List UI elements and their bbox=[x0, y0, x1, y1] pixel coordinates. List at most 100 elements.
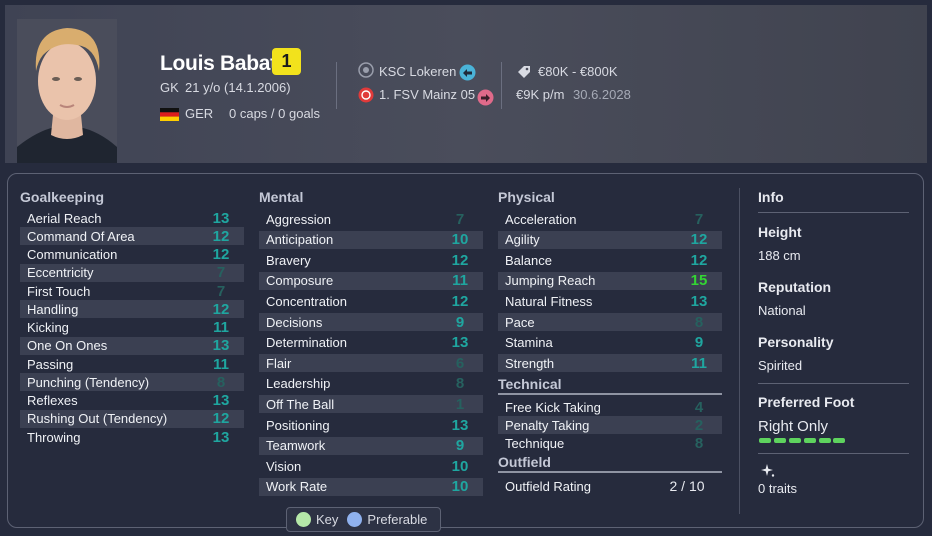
attribute-row[interactable]: Eccentricity 7 bbox=[20, 263, 244, 282]
preferred-foot-bar bbox=[759, 438, 845, 443]
attribute-row[interactable]: Agility 12 bbox=[498, 230, 722, 249]
attribute-label: Anticipation bbox=[266, 232, 334, 248]
legend: Key Preferable bbox=[286, 507, 441, 532]
attribute-value: 8 bbox=[694, 434, 704, 452]
attribute-value: 15 bbox=[690, 272, 708, 290]
sparkle-icon bbox=[761, 464, 775, 477]
attribute-value: 13 bbox=[212, 428, 230, 446]
attribute-row[interactable]: Kicking 11 bbox=[20, 319, 244, 337]
attribute-row[interactable]: Aerial Reach 13 bbox=[20, 209, 244, 227]
outfield-rating-value: 2 / 10 bbox=[669, 478, 705, 494]
player-nationality[interactable]: GER bbox=[185, 106, 213, 121]
attribute-value: 13 bbox=[451, 334, 469, 352]
attribute-row[interactable]: Anticipation 10 bbox=[259, 230, 483, 249]
attribute-label: Free Kick Taking bbox=[505, 399, 601, 415]
attribute-label: Vision bbox=[266, 458, 302, 474]
attribute-value: 6 bbox=[455, 354, 465, 372]
attribute-row[interactable]: Natural Fitness 13 bbox=[498, 292, 722, 310]
attribute-row[interactable]: Handling 12 bbox=[20, 300, 244, 319]
attribute-value: 13 bbox=[212, 337, 230, 355]
physical-title: Physical bbox=[498, 189, 555, 205]
attribute-row[interactable]: First Touch 7 bbox=[20, 282, 244, 300]
attribute-label: Rushing Out (Tendency) bbox=[27, 411, 168, 427]
outfield-rating-row[interactable]: Outfield Rating 2 / 10 bbox=[498, 477, 722, 495]
attribute-row[interactable]: Determination 13 bbox=[259, 334, 483, 352]
attribute-row[interactable]: Vision 10 bbox=[259, 457, 483, 475]
attribute-label: Teamwork bbox=[266, 438, 326, 454]
attribute-label: Jumping Reach bbox=[505, 273, 596, 289]
attribute-value: 9 bbox=[455, 313, 465, 331]
attribute-row[interactable]: Positioning 13 bbox=[259, 416, 483, 434]
attribute-label: Decisions bbox=[266, 314, 323, 330]
attribute-row[interactable]: Passing 11 bbox=[20, 355, 244, 373]
mental-title: Mental bbox=[259, 189, 304, 205]
club-crest-icon bbox=[358, 62, 374, 78]
traits-value[interactable]: 0 traits bbox=[758, 481, 797, 496]
attribute-label: Aggression bbox=[266, 211, 332, 227]
attribute-label: Bravery bbox=[266, 252, 311, 268]
attribute-row[interactable]: Aggression 7 bbox=[259, 210, 483, 228]
preferable-dot-icon bbox=[347, 512, 363, 527]
attribute-label: Throwing bbox=[27, 429, 81, 445]
loan-from-icon bbox=[477, 89, 494, 106]
attribute-row[interactable]: Rushing Out (Tendency) 12 bbox=[20, 409, 244, 428]
attribute-row[interactable]: Decisions 9 bbox=[259, 313, 483, 331]
attribute-value: 10 bbox=[451, 231, 469, 249]
attribute-label: Stamina bbox=[505, 335, 553, 351]
attribute-row[interactable]: Balance 12 bbox=[498, 251, 722, 269]
attribute-row[interactable]: Leadership 8 bbox=[259, 375, 483, 393]
attribute-row[interactable]: Concentration 12 bbox=[259, 292, 483, 310]
attribute-row[interactable]: Flair 6 bbox=[259, 354, 483, 373]
attribute-label: Pace bbox=[505, 314, 535, 330]
contract-expiry: 30.6.2028 bbox=[573, 87, 631, 102]
reputation-value: National bbox=[758, 303, 806, 318]
attribute-row[interactable]: Communication 12 bbox=[20, 246, 244, 264]
attribute-row[interactable]: Command Of Area 12 bbox=[20, 227, 244, 246]
attribute-row[interactable]: Work Rate 10 bbox=[259, 477, 483, 496]
attribute-row[interactable]: Bravery 12 bbox=[259, 251, 483, 269]
attribute-row[interactable]: Pace 8 bbox=[498, 313, 722, 331]
height-label: Height bbox=[758, 224, 802, 240]
attribute-row[interactable]: Technique 8 bbox=[498, 434, 722, 452]
attribute-row[interactable]: Off The Ball 1 bbox=[259, 395, 483, 414]
attribute-value: 8 bbox=[455, 375, 465, 393]
attribute-label: Handling bbox=[27, 301, 79, 317]
attribute-row[interactable]: Free Kick Taking 4 bbox=[498, 398, 722, 416]
current-club[interactable]: KSC Lokeren bbox=[379, 64, 456, 79]
attribute-label: Eccentricity bbox=[27, 265, 94, 281]
attribute-label: Balance bbox=[505, 252, 552, 268]
attribute-value: 11 bbox=[213, 355, 229, 373]
attribute-row[interactable]: Jumping Reach 15 bbox=[498, 271, 722, 290]
legend-preferable-label: Preferable bbox=[367, 512, 428, 527]
parent-club[interactable]: 1. FSV Mainz 05 bbox=[379, 87, 475, 102]
player-caps: 0 caps / 0 goals bbox=[229, 106, 321, 121]
attribute-row[interactable]: Stamina 9 bbox=[498, 334, 722, 352]
attribute-value: 7 bbox=[216, 282, 226, 300]
player-wage: €9K p/m bbox=[516, 87, 565, 102]
attribute-row[interactable]: Reflexes 13 bbox=[20, 392, 244, 410]
attribute-row[interactable]: Penalty Taking 2 bbox=[498, 416, 722, 434]
attribute-label: Leadership bbox=[266, 376, 331, 392]
info-divider bbox=[739, 188, 740, 514]
attribute-value: 12 bbox=[212, 227, 230, 245]
attribute-label: Reflexes bbox=[27, 393, 78, 408]
attribute-label: Acceleration bbox=[505, 211, 577, 227]
squad-number-badge: 1 bbox=[272, 48, 301, 75]
attribute-value: 12 bbox=[690, 231, 708, 249]
player-name: Louis Babatz bbox=[160, 52, 288, 75]
attribute-label: Concentration bbox=[266, 293, 347, 309]
attribute-row[interactable]: One On Ones 13 bbox=[20, 336, 244, 355]
attribute-label: Penalty Taking bbox=[505, 417, 590, 433]
attribute-value: 1 bbox=[455, 395, 465, 413]
attribute-value: 13 bbox=[451, 416, 469, 434]
attribute-label: Off The Ball bbox=[266, 396, 335, 412]
attribute-row[interactable]: Teamwork 9 bbox=[259, 436, 483, 455]
personality-value[interactable]: Spirited bbox=[758, 358, 802, 373]
attribute-row[interactable]: Acceleration 7 bbox=[498, 210, 722, 228]
attribute-row[interactable]: Throwing 13 bbox=[20, 428, 244, 446]
attribute-row[interactable]: Composure 11 bbox=[259, 271, 483, 290]
attribute-value: 12 bbox=[690, 251, 708, 269]
attribute-row[interactable]: Punching (Tendency) 8 bbox=[20, 373, 244, 392]
attribute-value: 7 bbox=[694, 210, 704, 228]
attribute-row[interactable]: Strength 11 bbox=[498, 354, 722, 373]
